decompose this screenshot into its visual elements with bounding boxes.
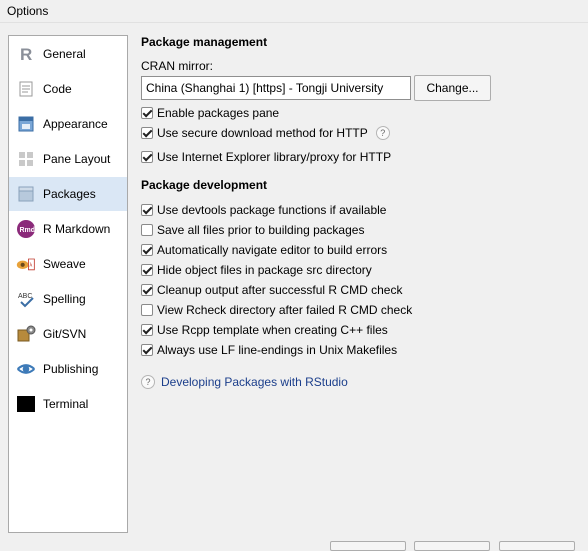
appearance-icon bbox=[16, 114, 36, 134]
option-label: Use secure download method for HTTP bbox=[157, 126, 368, 140]
packages-panel: Package management CRAN mirror: China (S… bbox=[128, 22, 588, 546]
option-label: Cleanup output after successful R CMD ch… bbox=[157, 283, 403, 297]
option-label: Save all files prior to building package… bbox=[157, 223, 365, 237]
save-all-files-option[interactable]: Save all files prior to building package… bbox=[141, 222, 364, 238]
cleanup-output-checkbox[interactable] bbox=[141, 284, 153, 296]
rmd-icon: Rmd bbox=[16, 219, 36, 239]
option-label: Enable packages pane bbox=[157, 106, 280, 120]
view-rcheck-option[interactable]: View Rcheck directory after failed R CMD… bbox=[141, 302, 412, 318]
sidebar-item-label: Code bbox=[43, 82, 72, 96]
cleanup-output-option[interactable]: Cleanup output after successful R CMD ch… bbox=[141, 282, 402, 298]
sidebar-item-label: R Markdown bbox=[43, 222, 111, 236]
sidebar-item-code[interactable]: Code bbox=[9, 72, 127, 106]
sidebar-item-appearance[interactable]: Appearance bbox=[9, 107, 127, 141]
developing-packages-link[interactable]: Developing Packages with RStudio bbox=[161, 375, 348, 389]
code-document-icon bbox=[16, 79, 36, 99]
sidebar-item-label: Git/SVN bbox=[43, 327, 87, 341]
dialog-button-partial[interactable] bbox=[499, 541, 575, 551]
svg-text:ABC: ABC bbox=[18, 293, 32, 300]
view-rcheck-checkbox[interactable] bbox=[141, 304, 153, 316]
ie-proxy-option[interactable]: Use Internet Explorer library/proxy for … bbox=[141, 149, 391, 165]
option-label: Hide object files in package src directo… bbox=[157, 263, 372, 277]
sidebar-item-label: General bbox=[43, 47, 86, 61]
sidebar-item-label: Packages bbox=[43, 187, 96, 201]
packages-icon bbox=[16, 184, 36, 204]
secure-download-checkbox[interactable] bbox=[141, 127, 153, 139]
svg-text:Rmd: Rmd bbox=[20, 227, 36, 234]
sidebar-item-packages[interactable]: Packages bbox=[9, 177, 127, 211]
sidebar-item-r-markdown[interactable]: Rmd R Markdown bbox=[9, 212, 127, 246]
spelling-icon: ABC bbox=[16, 289, 36, 309]
package-development-heading: Package development bbox=[141, 178, 268, 192]
sidebar-item-label: Publishing bbox=[43, 362, 99, 376]
cran-mirror-label: CRAN mirror: bbox=[141, 59, 213, 73]
devtools-checkbox[interactable] bbox=[141, 204, 153, 216]
secure-download-option[interactable]: Use secure download method for HTTP ? bbox=[141, 125, 390, 141]
save-all-files-checkbox[interactable] bbox=[141, 224, 153, 236]
navigate-build-errors-checkbox[interactable] bbox=[141, 244, 153, 256]
dialog-button-partial[interactable] bbox=[330, 541, 406, 551]
lf-line-endings-checkbox[interactable] bbox=[141, 344, 153, 356]
help-icon[interactable]: ? bbox=[375, 126, 390, 140]
help-icon: ? bbox=[141, 375, 155, 389]
svg-text:R: R bbox=[20, 45, 32, 64]
r-logo-icon: R bbox=[16, 44, 36, 64]
option-label: View Rcheck directory after failed R CMD… bbox=[157, 303, 413, 317]
window-title: Options bbox=[7, 4, 49, 18]
title-bar: Options bbox=[0, 0, 588, 23]
developing-packages-help: ? Developing Packages with RStudio bbox=[141, 375, 348, 389]
sidebar-item-pane-layout[interactable]: Pane Layout bbox=[9, 142, 127, 176]
navigate-build-errors-option[interactable]: Automatically navigate editor to build e… bbox=[141, 242, 387, 258]
hide-object-files-option[interactable]: Hide object files in package src directo… bbox=[141, 262, 372, 278]
sidebar-item-label: Spelling bbox=[43, 292, 86, 306]
svg-text:λ: λ bbox=[29, 263, 32, 269]
enable-packages-pane-checkbox[interactable] bbox=[141, 107, 153, 119]
terminal-icon bbox=[16, 394, 36, 414]
ie-proxy-checkbox[interactable] bbox=[141, 151, 153, 163]
sidebar-item-git-svn[interactable]: Git/SVN bbox=[9, 317, 127, 351]
sidebar-item-general[interactable]: R General bbox=[9, 37, 127, 71]
git-icon bbox=[16, 324, 36, 344]
dialog-button-partial[interactable] bbox=[414, 541, 490, 551]
rcpp-template-checkbox[interactable] bbox=[141, 324, 153, 336]
change-mirror-button[interactable]: Change... bbox=[414, 75, 491, 101]
cran-mirror-field[interactable]: China (Shanghai 1) [https] - Tongji Univ… bbox=[141, 76, 411, 100]
sidebar-item-label: Terminal bbox=[43, 397, 89, 411]
option-label: Use Internet Explorer library/proxy for … bbox=[157, 150, 392, 164]
devtools-option[interactable]: Use devtools package functions if availa… bbox=[141, 202, 386, 218]
rcpp-template-option[interactable]: Use Rcpp template when creating C++ file… bbox=[141, 322, 388, 338]
publishing-icon bbox=[16, 359, 36, 379]
sidebar-item-publishing[interactable]: Publishing bbox=[9, 352, 127, 386]
sidebar-item-spelling[interactable]: ABC Spelling bbox=[9, 282, 127, 316]
option-label: Automatically navigate editor to build e… bbox=[157, 243, 388, 257]
lf-line-endings-option[interactable]: Always use LF line-endings in Unix Makef… bbox=[141, 342, 397, 358]
sidebar-item-label: Appearance bbox=[43, 117, 108, 131]
sidebar-item-sweave[interactable]: λ Sweave bbox=[9, 247, 127, 281]
enable-packages-pane-option[interactable]: Enable packages pane bbox=[141, 105, 279, 121]
sidebar-item-label: Pane Layout bbox=[43, 152, 111, 166]
sidebar-item-label: Sweave bbox=[43, 257, 86, 271]
sidebar-item-terminal[interactable]: Terminal bbox=[9, 387, 127, 421]
sweave-icon: λ bbox=[16, 254, 36, 274]
package-management-heading: Package management bbox=[141, 35, 268, 49]
options-sidebar: R General Code Appearance Pane Layout Pa… bbox=[8, 35, 128, 533]
hide-object-files-checkbox[interactable] bbox=[141, 264, 153, 276]
pane-layout-icon bbox=[16, 149, 36, 169]
option-label: Always use LF line-endings in Unix Makef… bbox=[157, 343, 398, 357]
option-label: Use Rcpp template when creating C++ file… bbox=[157, 323, 388, 337]
option-label: Use devtools package functions if availa… bbox=[157, 203, 387, 217]
